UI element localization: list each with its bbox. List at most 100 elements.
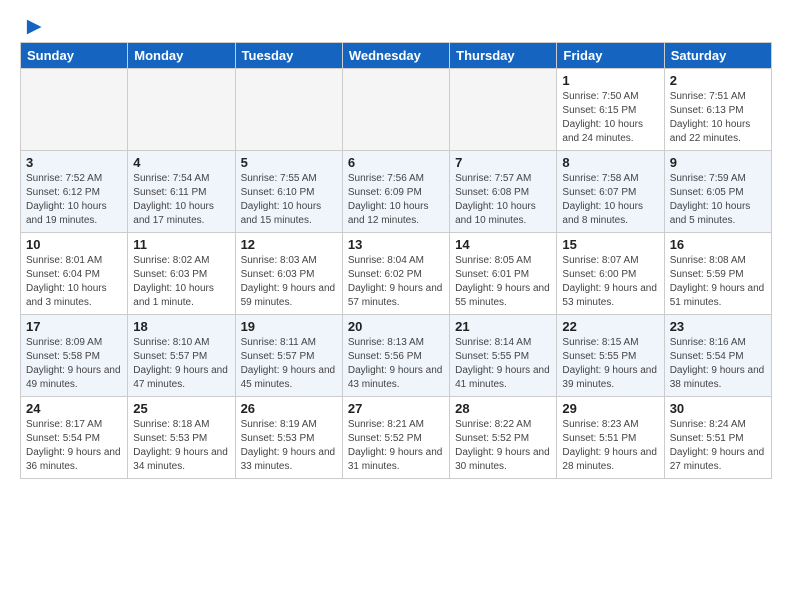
day-number: 1 bbox=[562, 73, 658, 88]
calendar-cell: 9Sunrise: 7:59 AM Sunset: 6:05 PM Daylig… bbox=[664, 151, 771, 233]
day-info: Sunrise: 8:08 AM Sunset: 5:59 PM Dayligh… bbox=[670, 254, 766, 310]
calendar-cell bbox=[342, 69, 449, 151]
calendar-cell: 30 Sunrise: 8:24 AM Sunset: 5:51 PM Dayli… bbox=[664, 397, 771, 479]
day-number: 17 bbox=[26, 319, 122, 334]
day-info: Sunrise: 8:15 AM Sunset: 5:55 PM Dayligh… bbox=[562, 336, 658, 392]
day-info: Sunrise: 8:22 AM Sunset: 5:52 PM Dayligh… bbox=[455, 418, 551, 474]
calendar-week-row: 17 Sunrise: 8:09 AM Sunset: 5:58 PM Dayli… bbox=[21, 315, 772, 397]
calendar-cell bbox=[235, 69, 342, 151]
day-number: 2 bbox=[670, 73, 766, 88]
weekday-header-sunday: Sunday bbox=[21, 43, 128, 69]
day-info: Sunrise: 8:14 AM Sunset: 5:55 PM Dayligh… bbox=[455, 336, 551, 392]
day-number: 11 bbox=[133, 237, 229, 252]
day-number: 28 bbox=[455, 401, 551, 416]
calendar-cell: 16 Sunrise: 8:08 AM Sunset: 5:59 PM Dayli… bbox=[664, 233, 771, 315]
day-info: Sunrise: 7:51 AM Sunset: 6:13 PM Dayligh… bbox=[670, 90, 766, 146]
day-number: 18 bbox=[133, 319, 229, 334]
calendar-cell: 28 Sunrise: 8:22 AM Sunset: 5:52 PM Dayli… bbox=[450, 397, 557, 479]
day-info: Sunrise: 8:07 AM Sunset: 6:00 PM Dayligh… bbox=[562, 254, 658, 310]
calendar-week-row: 3 Sunrise: 7:52 AM Sunset: 6:12 PM Daylig… bbox=[21, 151, 772, 233]
day-info: Sunrise: 8:23 AM Sunset: 5:51 PM Dayligh… bbox=[562, 418, 658, 474]
calendar-cell: 18 Sunrise: 8:10 AM Sunset: 5:57 PM Dayli… bbox=[128, 315, 235, 397]
day-number: 8 bbox=[562, 155, 658, 170]
calendar-cell bbox=[128, 69, 235, 151]
calendar-cell: 25 Sunrise: 8:18 AM Sunset: 5:53 PM Dayli… bbox=[128, 397, 235, 479]
calendar-table: SundayMondayTuesdayWednesdayThursdayFrid… bbox=[20, 42, 772, 479]
calendar-cell: 22 Sunrise: 8:15 AM Sunset: 5:55 PM Dayli… bbox=[557, 315, 664, 397]
calendar-cell: 14 Sunrise: 8:05 AM Sunset: 6:01 PM Dayli… bbox=[450, 233, 557, 315]
day-info: Sunrise: 7:55 AM Sunset: 6:10 PM Dayligh… bbox=[241, 172, 337, 228]
day-number: 29 bbox=[562, 401, 658, 416]
day-number: 5 bbox=[241, 155, 337, 170]
day-number: 10 bbox=[26, 237, 122, 252]
calendar-cell: 6 Sunrise: 7:56 AM Sunset: 6:09 PM Daylig… bbox=[342, 151, 449, 233]
calendar-cell: 20 Sunrise: 8:13 AM Sunset: 5:56 PM Dayli… bbox=[342, 315, 449, 397]
day-info: Sunrise: 8:17 AM Sunset: 5:54 PM Dayligh… bbox=[26, 418, 122, 474]
calendar-week-row: 1 Sunrise: 7:50 AM Sunset: 6:15 PM Daylig… bbox=[21, 69, 772, 151]
day-number: 6 bbox=[348, 155, 444, 170]
header-area bbox=[20, 16, 772, 34]
day-number: 15 bbox=[562, 237, 658, 252]
day-number: 23 bbox=[670, 319, 766, 334]
calendar-cell: 29 Sunrise: 8:23 AM Sunset: 5:51 PM Dayli… bbox=[557, 397, 664, 479]
day-info: Sunrise: 8:01 AM Sunset: 6:04 PM Dayligh… bbox=[26, 254, 122, 310]
page: SundayMondayTuesdayWednesdayThursdayFrid… bbox=[0, 0, 792, 489]
calendar-cell: 7 Sunrise: 7:57 AM Sunset: 6:08 PM Daylig… bbox=[450, 151, 557, 233]
calendar-week-row: 10 Sunrise: 8:01 AM Sunset: 6:04 PM Dayli… bbox=[21, 233, 772, 315]
calendar-cell: 15 Sunrise: 8:07 AM Sunset: 6:00 PM Dayli… bbox=[557, 233, 664, 315]
day-info: Sunrise: 8:16 AM Sunset: 5:54 PM Dayligh… bbox=[670, 336, 766, 392]
day-info: Sunrise: 8:05 AM Sunset: 6:01 PM Dayligh… bbox=[455, 254, 551, 310]
calendar-cell: 3 Sunrise: 7:52 AM Sunset: 6:12 PM Daylig… bbox=[21, 151, 128, 233]
day-info: Sunrise: 7:58 AM Sunset: 6:07 PM Dayligh… bbox=[562, 172, 658, 228]
day-info: Sunrise: 8:02 AM Sunset: 6:03 PM Dayligh… bbox=[133, 254, 229, 310]
calendar-cell: 4 Sunrise: 7:54 AM Sunset: 6:11 PM Daylig… bbox=[128, 151, 235, 233]
day-info: Sunrise: 8:04 AM Sunset: 6:02 PM Dayligh… bbox=[348, 254, 444, 310]
calendar-week-row: 24 Sunrise: 8:17 AM Sunset: 5:54 PM Dayli… bbox=[21, 397, 772, 479]
calendar-cell: 2 Sunrise: 7:51 AM Sunset: 6:13 PM Daylig… bbox=[664, 69, 771, 151]
day-number: 14 bbox=[455, 237, 551, 252]
day-info: Sunrise: 7:56 AM Sunset: 6:09 PM Dayligh… bbox=[348, 172, 444, 228]
day-number: 12 bbox=[241, 237, 337, 252]
day-info: Sunrise: 7:54 AM Sunset: 6:11 PM Dayligh… bbox=[133, 172, 229, 228]
day-number: 9 bbox=[670, 155, 766, 170]
day-number: 30 bbox=[670, 401, 766, 416]
day-info: Sunrise: 7:57 AM Sunset: 6:08 PM Dayligh… bbox=[455, 172, 551, 228]
day-number: 24 bbox=[26, 401, 122, 416]
day-info: Sunrise: 8:24 AM Sunset: 5:51 PM Dayligh… bbox=[670, 418, 766, 474]
calendar-cell: 26 Sunrise: 8:19 AM Sunset: 5:53 PM Dayli… bbox=[235, 397, 342, 479]
calendar-cell: 12 Sunrise: 8:03 AM Sunset: 6:03 PM Dayli… bbox=[235, 233, 342, 315]
calendar-cell: 27Sunrise: 8:21 AM Sunset: 5:52 PM Dayli… bbox=[342, 397, 449, 479]
day-info: Sunrise: 8:11 AM Sunset: 5:57 PM Dayligh… bbox=[241, 336, 337, 392]
day-info: Sunrise: 8:21 AM Sunset: 5:52 PM Dayligh… bbox=[348, 418, 444, 474]
day-info: Sunrise: 8:09 AM Sunset: 5:58 PM Dayligh… bbox=[26, 336, 122, 392]
day-number: 19 bbox=[241, 319, 337, 334]
weekday-header-monday: Monday bbox=[128, 43, 235, 69]
calendar-cell: 5 Sunrise: 7:55 AM Sunset: 6:10 PM Daylig… bbox=[235, 151, 342, 233]
day-number: 13 bbox=[348, 237, 444, 252]
logo-icon bbox=[21, 16, 43, 38]
calendar-cell: 23 Sunrise: 8:16 AM Sunset: 5:54 PM Dayli… bbox=[664, 315, 771, 397]
day-info: Sunrise: 8:10 AM Sunset: 5:57 PM Dayligh… bbox=[133, 336, 229, 392]
calendar-cell: 19 Sunrise: 8:11 AM Sunset: 5:57 PM Dayli… bbox=[235, 315, 342, 397]
day-number: 22 bbox=[562, 319, 658, 334]
calendar-cell: 21Sunrise: 8:14 AM Sunset: 5:55 PM Dayli… bbox=[450, 315, 557, 397]
day-info: Sunrise: 8:18 AM Sunset: 5:53 PM Dayligh… bbox=[133, 418, 229, 474]
logo bbox=[20, 16, 43, 34]
calendar-cell: 1 Sunrise: 7:50 AM Sunset: 6:15 PM Daylig… bbox=[557, 69, 664, 151]
day-number: 20 bbox=[348, 319, 444, 334]
day-info: Sunrise: 8:03 AM Sunset: 6:03 PM Dayligh… bbox=[241, 254, 337, 310]
calendar-cell: 8 Sunrise: 7:58 AM Sunset: 6:07 PM Daylig… bbox=[557, 151, 664, 233]
day-number: 4 bbox=[133, 155, 229, 170]
day-info: Sunrise: 7:50 AM Sunset: 6:15 PM Dayligh… bbox=[562, 90, 658, 146]
calendar-cell: 17 Sunrise: 8:09 AM Sunset: 5:58 PM Dayli… bbox=[21, 315, 128, 397]
day-number: 7 bbox=[455, 155, 551, 170]
weekday-header-tuesday: Tuesday bbox=[235, 43, 342, 69]
day-number: 26 bbox=[241, 401, 337, 416]
day-number: 25 bbox=[133, 401, 229, 416]
day-info: Sunrise: 8:13 AM Sunset: 5:56 PM Dayligh… bbox=[348, 336, 444, 392]
day-number: 3 bbox=[26, 155, 122, 170]
day-number: 16 bbox=[670, 237, 766, 252]
weekday-header-wednesday: Wednesday bbox=[342, 43, 449, 69]
day-info: Sunrise: 8:19 AM Sunset: 5:53 PM Dayligh… bbox=[241, 418, 337, 474]
day-info: Sunrise: 7:52 AM Sunset: 6:12 PM Dayligh… bbox=[26, 172, 122, 228]
